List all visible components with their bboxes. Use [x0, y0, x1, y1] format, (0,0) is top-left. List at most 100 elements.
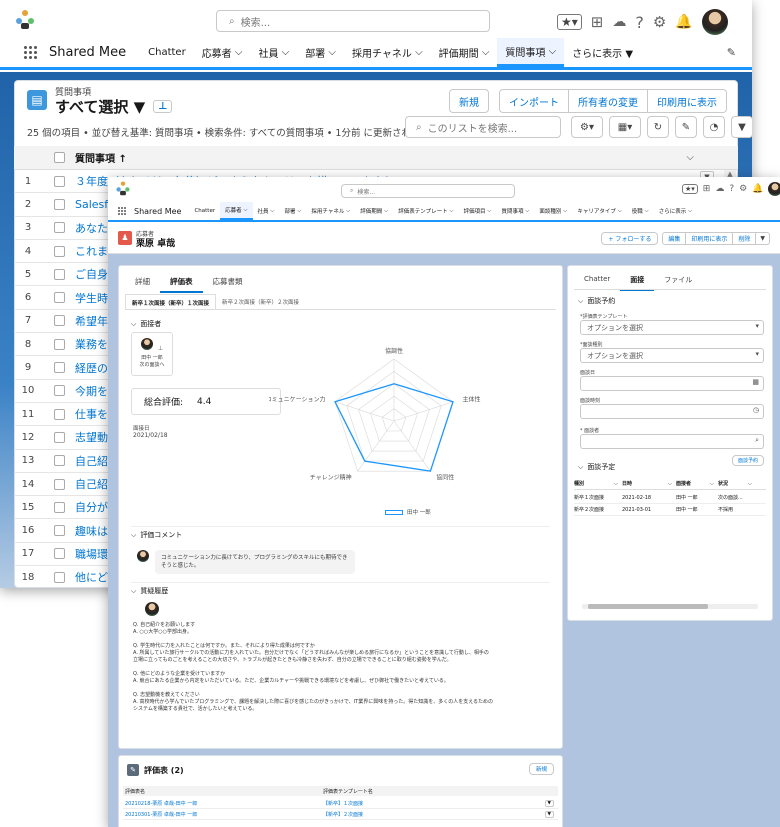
app-launcher-icon[interactable]	[118, 207, 126, 215]
import-button[interactable]: インポート	[499, 89, 569, 113]
chevron-down-icon[interactable]: ⌵	[710, 481, 718, 487]
trailhead-icon[interactable]: ☁	[612, 14, 626, 30]
template-select[interactable]: オプションを選択 ▾	[580, 320, 764, 335]
nav-item[interactable]: 面談種別 ⌵	[534, 202, 572, 220]
nav-more[interactable]: さらに表示 ▼	[564, 38, 641, 67]
tab-documents[interactable]: 応募書類	[203, 272, 253, 293]
app-logo[interactable]	[14, 8, 36, 30]
row-action-dropdown-icon[interactable]: ▼	[544, 810, 554, 818]
notifications-bell-icon[interactable]: 🔔	[752, 184, 763, 194]
plan-col-header[interactable]: 面接者	[676, 480, 710, 487]
nav-departments[interactable]: 部署 ⌵	[297, 38, 344, 67]
row-action-dropdown-icon[interactable]: ▼	[544, 799, 554, 807]
row-checkbox[interactable]	[54, 338, 65, 350]
nav-item[interactable]: 評価項目 ⌵	[459, 202, 497, 220]
global-search-input[interactable]: ⌕ 検索...	[216, 10, 490, 32]
list-settings-gear-icon[interactable]: ⚙▾	[571, 116, 603, 138]
section-interviewer[interactable]: ⌵ 面接者	[131, 319, 161, 329]
nav-item[interactable]: 部署 ⌵	[279, 202, 306, 220]
related-new-button[interactable]: 新規	[528, 763, 554, 775]
printable-view-button[interactable]: 印刷用に表示	[686, 232, 734, 245]
charts-icon[interactable]: ◔	[703, 116, 725, 138]
new-button[interactable]: 新規	[449, 89, 489, 113]
nav-item[interactable]: 質問事項 ⌵	[496, 202, 534, 220]
row-checkbox[interactable]	[54, 571, 65, 583]
follow-button[interactable]: + フォローする	[601, 232, 659, 245]
nav-eval-period[interactable]: 評価期間 ⌵	[431, 38, 498, 67]
row-checkbox[interactable]	[54, 431, 65, 443]
question-link[interactable]: あなた	[75, 220, 108, 236]
row-checkbox[interactable]	[54, 315, 65, 327]
nav-item[interactable]: 役職 ⌵	[627, 202, 654, 220]
nav-chatter[interactable]: Chatter	[140, 38, 194, 67]
horizontal-scrollbar[interactable]	[582, 604, 758, 609]
global-actions-icon[interactable]: ⊞	[703, 184, 711, 194]
question-link[interactable]: 自分が	[75, 499, 108, 515]
nav-applicants[interactable]: 応募者 ⌵	[194, 38, 251, 67]
plan-col-header[interactable]: 状況	[718, 480, 748, 487]
section-planned[interactable]: ⌵ 面談予定	[578, 462, 615, 472]
row-checkbox[interactable]	[54, 478, 65, 490]
row-checkbox[interactable]	[54, 175, 65, 187]
section-schedule[interactable]: ⌵ 面談予約	[578, 296, 615, 306]
app-logo[interactable]	[115, 180, 131, 196]
select-all-checkbox[interactable]	[54, 152, 65, 163]
row-checkbox[interactable]	[54, 385, 65, 397]
question-link[interactable]: 業務を	[75, 336, 108, 352]
question-link[interactable]: 他にど	[75, 569, 108, 585]
row-checkbox[interactable]	[54, 525, 65, 537]
scrollbar-thumb[interactable]	[588, 604, 708, 609]
inline-edit-pencil-icon[interactable]: ✎	[675, 116, 697, 138]
tab-files[interactable]: ファイル	[654, 271, 702, 291]
question-link[interactable]: 自己紹	[75, 453, 108, 469]
global-actions-icon[interactable]: ⊞	[591, 13, 604, 31]
question-link[interactable]: 職場環	[75, 546, 108, 562]
edit-nav-pencil-icon[interactable]: ✎	[727, 46, 736, 59]
time-input[interactable]: ◷	[580, 404, 764, 419]
delete-button[interactable]: 削除	[733, 232, 757, 245]
question-link[interactable]: 希望年	[75, 313, 108, 329]
nav-item[interactable]: 評価期間 ⌵	[355, 202, 393, 220]
nav-item[interactable]: キャリアタイプ ⌵	[572, 202, 626, 220]
row-checkbox[interactable]	[54, 548, 65, 560]
nav-item[interactable]: 評価表テンプレート ⌵	[393, 202, 458, 220]
favorites-icon[interactable]: ★▾	[682, 184, 698, 194]
template-name-link[interactable]: 【新卒】２次面接	[323, 811, 363, 818]
subtab-first-interview[interactable]: 新卒１次面接（新卒）１次面接	[125, 294, 217, 309]
nav-item[interactable]: Chatter	[189, 202, 220, 220]
question-link[interactable]: ご自身	[75, 266, 108, 282]
reserve-interview-button[interactable]: 面談予約	[731, 455, 764, 466]
clock-icon[interactable]: ◷	[753, 406, 759, 414]
nav-item[interactable]: 応募者 ⌵	[220, 202, 253, 220]
tab-chatter[interactable]: Chatter	[574, 271, 620, 291]
question-link[interactable]: 仕事を	[75, 406, 108, 422]
user-avatar[interactable]	[701, 9, 728, 35]
tab-interviews[interactable]: 面接	[620, 271, 655, 291]
global-search-input[interactable]: ⌕ 検索...	[341, 184, 515, 198]
sheet-name-link[interactable]: 20210218-栗原 卓哉-田中 一郎	[123, 800, 323, 807]
app-launcher-icon[interactable]	[24, 46, 37, 59]
related-list-title[interactable]: 評価表 (2)	[144, 765, 184, 776]
question-link[interactable]: 自己紹	[75, 476, 108, 492]
change-owner-button[interactable]: 所有者の変更	[569, 89, 648, 113]
row-checkbox[interactable]	[54, 362, 65, 374]
pin-icon[interactable]: ⊥	[153, 100, 173, 113]
tab-evaluation[interactable]: 評価表	[160, 272, 203, 293]
display-as-table-icon[interactable]: ▦▾	[609, 116, 641, 138]
question-link[interactable]: 学生時	[75, 290, 108, 306]
filter-icon[interactable]: ▼	[731, 116, 752, 138]
plan-col-header[interactable]: 種別	[574, 480, 614, 487]
printable-view-button[interactable]: 印刷用に表示	[648, 89, 727, 113]
sheet-name-link[interactable]: 20210301-栗原 卓哉-田中 一郎	[123, 811, 323, 818]
question-link[interactable]: 志望動	[75, 429, 108, 445]
nav-questions[interactable]: 質問事項 ⌵	[497, 38, 565, 67]
setup-gear-icon[interactable]: ⚙	[739, 184, 747, 194]
refresh-icon[interactable]: ↻	[647, 116, 669, 138]
trailhead-icon[interactable]: ☁	[715, 184, 724, 194]
row-checkbox[interactable]	[54, 501, 65, 513]
question-link[interactable]: 趣味は	[75, 523, 108, 539]
type-select[interactable]: オプションを選択 ▾	[580, 348, 764, 363]
column-dropdown-chevron-icon[interactable]: ⌵	[686, 152, 694, 163]
help-icon[interactable]: ?	[729, 184, 734, 194]
setup-gear-icon[interactable]: ⚙	[653, 13, 666, 31]
